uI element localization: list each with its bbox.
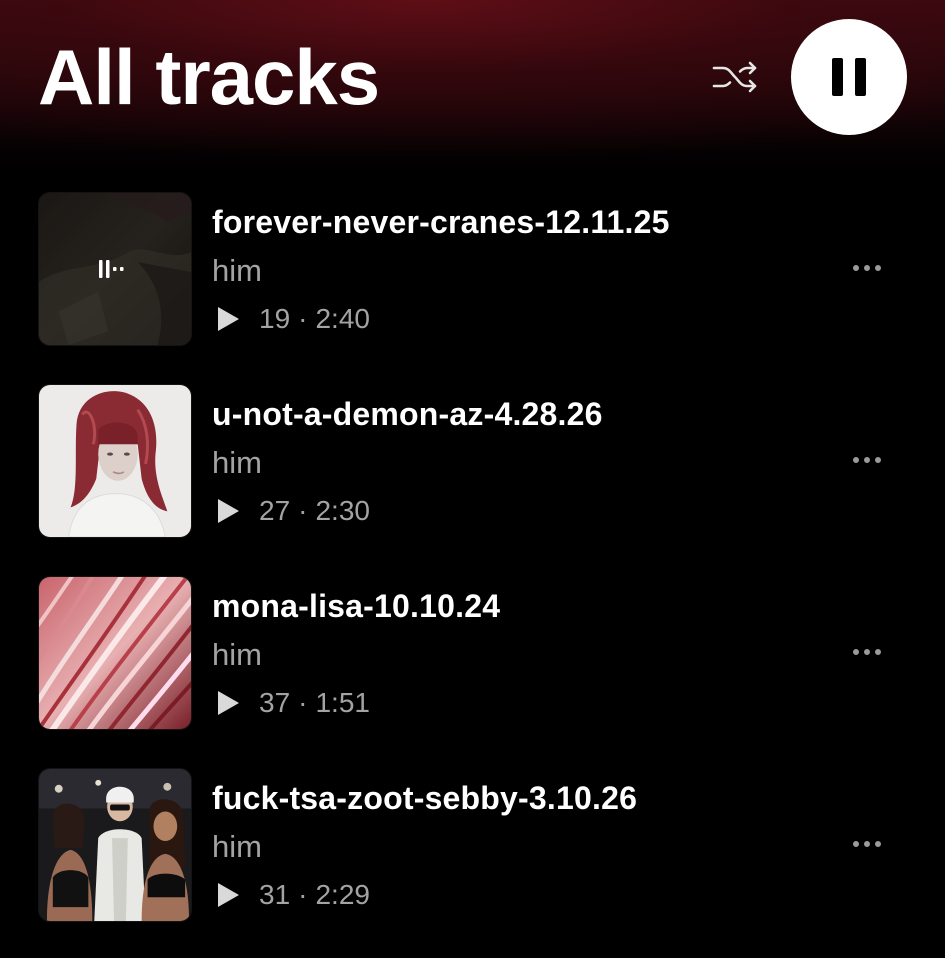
more-dot: [853, 457, 859, 463]
track-title: mona-lisa-10.10.24: [212, 588, 501, 624]
shuffle-button[interactable]: [707, 54, 763, 100]
more-dot: [875, 457, 881, 463]
more-dot: [875, 649, 881, 655]
track-artist: him: [212, 253, 262, 288]
play-pause-button[interactable]: [791, 19, 907, 135]
more-dot: [875, 265, 881, 271]
more-dot: [853, 265, 859, 271]
track-row[interactable]: fuck-tsa-zoot-sebby-3.10.26 him 31 · 2:2…: [0, 766, 945, 958]
shuffle-icon: [712, 61, 757, 93]
more-dot: [864, 265, 870, 271]
artwork-image: [39, 769, 191, 921]
track-artwork[interactable]: [38, 384, 192, 538]
stat-separator: ·: [298, 687, 308, 718]
track-list: forever-never-cranes-12.11.25 him 19 · 2…: [0, 190, 945, 958]
track-stats: 31 · 2:29: [218, 879, 370, 911]
equalizer-icon: [99, 260, 124, 278]
stat-separator: ·: [298, 495, 308, 526]
track-duration: 1:51: [315, 687, 370, 718]
more-dot: [875, 841, 881, 847]
pause-icon: [832, 58, 866, 96]
track-artist: him: [212, 445, 262, 480]
track-row[interactable]: forever-never-cranes-12.11.25 him 19 · 2…: [0, 190, 945, 382]
track-duration: 2:30: [315, 495, 370, 526]
play-count-icon: [218, 307, 239, 331]
more-dot: [864, 457, 870, 463]
more-options-button[interactable]: [840, 632, 894, 672]
more-options-button[interactable]: [840, 440, 894, 480]
track-title: forever-never-cranes-12.11.25: [212, 204, 670, 240]
track-duration: 2:40: [315, 303, 370, 334]
tracks-page: All tracks forever-never-cranes-12.11.25…: [0, 0, 945, 945]
track-title: fuck-tsa-zoot-sebby-3.10.26: [212, 780, 638, 816]
track-duration: 2:29: [315, 879, 370, 910]
now-playing-overlay: [39, 193, 191, 345]
track-stats: 37 · 1:51: [218, 687, 370, 719]
play-count: 37: [259, 687, 291, 718]
header: All tracks: [0, 0, 945, 165]
more-dot: [864, 649, 870, 655]
track-artwork[interactable]: [38, 768, 192, 922]
play-count-icon: [218, 499, 239, 523]
track-row[interactable]: u-not-a-demon-az-4.28.26 him 27 · 2:30: [0, 382, 945, 574]
track-stats: 19 · 2:40: [218, 303, 370, 335]
stat-separator: ·: [298, 303, 308, 334]
track-artwork[interactable]: [38, 576, 192, 730]
more-options-button[interactable]: [840, 248, 894, 288]
play-count: 27: [259, 495, 291, 526]
play-count: 19: [259, 303, 291, 334]
track-stats: 27 · 2:30: [218, 495, 370, 527]
more-dot: [864, 841, 870, 847]
track-artwork[interactable]: [38, 192, 192, 346]
track-title: u-not-a-demon-az-4.28.26: [212, 396, 603, 432]
artwork-image: [39, 385, 191, 537]
play-count-icon: [218, 883, 239, 907]
track-artist: him: [212, 637, 262, 672]
play-count: 31: [259, 879, 291, 910]
more-dot: [853, 649, 859, 655]
track-row[interactable]: mona-lisa-10.10.24 him 37 · 1:51: [0, 574, 945, 766]
track-artist: him: [212, 829, 262, 864]
more-options-button[interactable]: [840, 824, 894, 864]
stat-separator: ·: [298, 879, 308, 910]
page-title: All tracks: [38, 33, 380, 121]
more-dot: [853, 841, 859, 847]
play-count-icon: [218, 691, 239, 715]
artwork-image: [39, 577, 191, 729]
